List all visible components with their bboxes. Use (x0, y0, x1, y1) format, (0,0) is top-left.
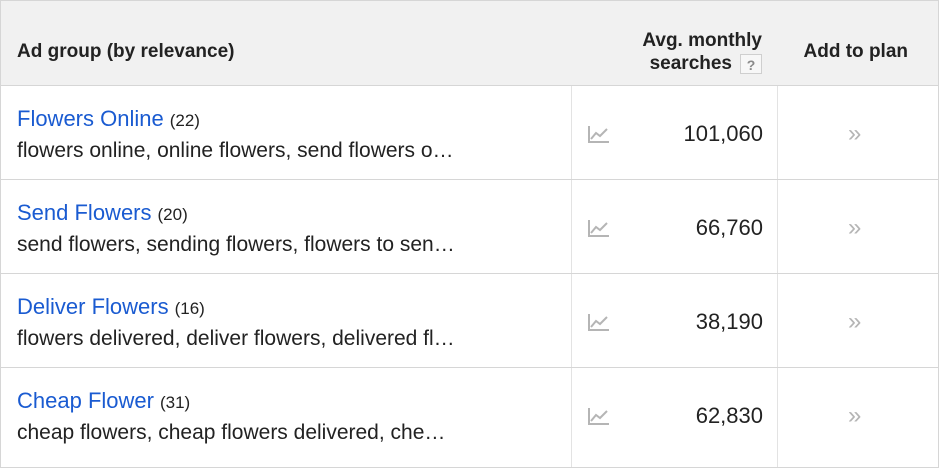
table-row: Deliver Flowers (16) flowers delivered, d… (1, 274, 938, 368)
keyword-count: (20) (157, 205, 188, 224)
ad-group-link[interactable]: Cheap Flower (17, 388, 154, 413)
ad-group-keywords: flowers online, online flowers, send flo… (17, 139, 454, 162)
avg-monthly-searches-value: 38,190 (695, 309, 763, 334)
column-header-add-to-plan: Add to plan (803, 41, 908, 62)
keyword-count: (31) (159, 393, 191, 412)
add-to-plan-cell: » (778, 180, 938, 273)
searches-cell: 101,060 (571, 86, 778, 179)
keyword-count: (22) (169, 111, 200, 130)
ad-group-cell: Deliver Flowers (16) flowers delivered, d… (1, 274, 572, 367)
searches-label: searches (649, 53, 732, 74)
ad-group-keywords: send flowers, sending flowers, flowers t… (17, 233, 455, 256)
ad-group-link[interactable]: Flowers Online (17, 106, 164, 131)
add-to-plan-cell: » (778, 368, 938, 467)
searches-cell: 38,190 (571, 274, 778, 367)
searches-cell: 66,760 (571, 180, 778, 273)
add-to-plan-cell: » (778, 86, 938, 179)
trend-chart-icon[interactable] (587, 218, 611, 238)
ad-group-link[interactable]: Deliver Flowers (17, 294, 169, 319)
double-chevron-right-icon[interactable]: » (848, 402, 861, 430)
double-chevron-right-icon[interactable]: » (848, 308, 861, 336)
trend-chart-icon[interactable] (587, 406, 611, 426)
avg-monthly-searches-value: 62,830 (695, 403, 763, 428)
double-chevron-right-icon[interactable]: » (848, 120, 861, 148)
table-header: Ad group (by relevance) Avg. monthly sea… (1, 1, 938, 86)
trend-chart-icon[interactable] (587, 312, 611, 332)
column-header-ad-group[interactable]: Ad group (by relevance) (17, 41, 235, 63)
table-row: Cheap Flower (31) cheap flowers, cheap fl… (1, 368, 938, 467)
ad-group-link[interactable]: Send Flowers (17, 200, 152, 225)
double-chevron-right-icon[interactable]: » (848, 214, 861, 242)
avg-monthly-label: Avg. monthly (642, 30, 762, 51)
ad-group-cell: Cheap Flower (31) cheap flowers, cheap fl… (1, 368, 572, 467)
column-header-avg-monthly-searches[interactable]: Avg. monthly searches ? (642, 29, 762, 75)
keyword-count: (16) (174, 299, 205, 318)
ad-group-cell: Flowers Online (22) flowers online, onlin… (1, 86, 572, 179)
help-question-icon[interactable]: ? (740, 53, 762, 74)
table-row: Flowers Online (22) flowers online, onlin… (1, 86, 938, 180)
ad-group-keywords: cheap flowers, cheap flowers delivered, … (17, 421, 446, 444)
ad-group-cell: Send Flowers (20) send flowers, sending f… (1, 180, 572, 273)
avg-monthly-searches-value: 101,060 (683, 121, 763, 146)
searches-cell: 62,830 (571, 368, 778, 467)
ad-group-keywords: flowers delivered, deliver flowers, deli… (17, 327, 455, 350)
add-to-plan-cell: » (778, 274, 938, 367)
trend-chart-icon[interactable] (587, 124, 611, 144)
table-row: Send Flowers (20) send flowers, sending f… (1, 180, 938, 274)
avg-monthly-searches-value: 66,760 (695, 215, 763, 240)
keyword-ideas-table: Ad group (by relevance) Avg. monthly sea… (0, 0, 939, 468)
